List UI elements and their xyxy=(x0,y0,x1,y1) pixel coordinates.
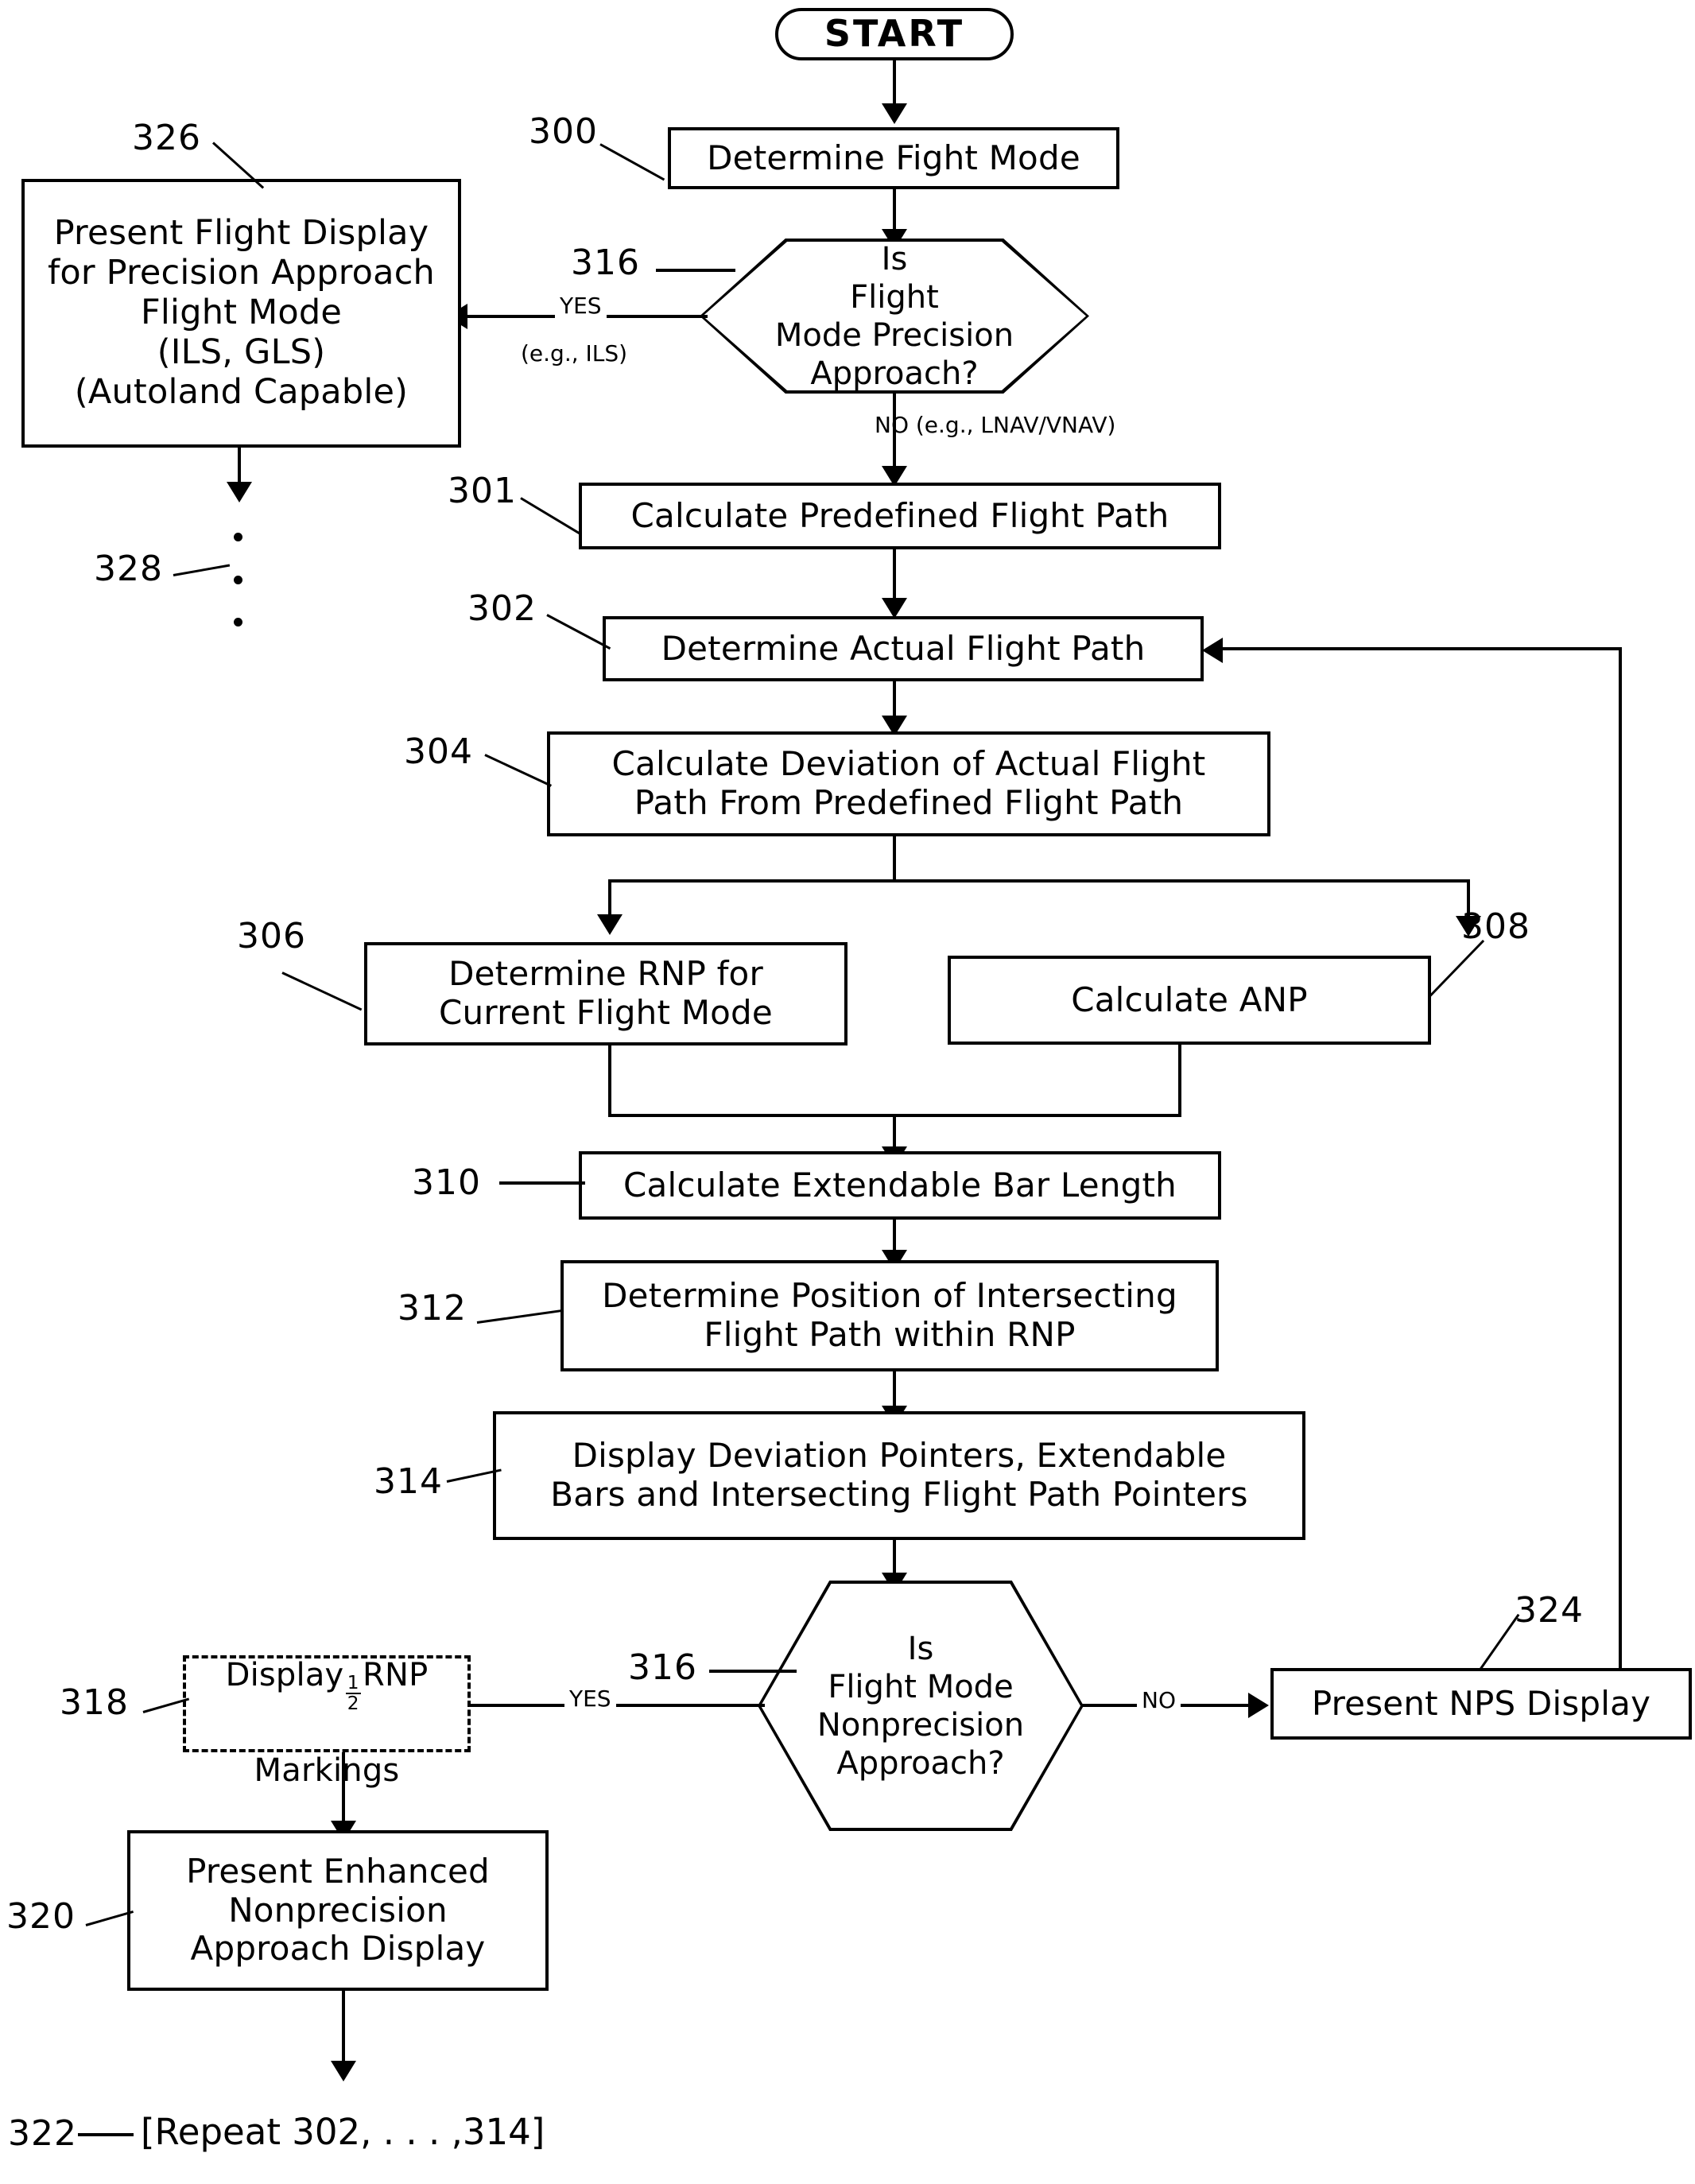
ref-324: 324 xyxy=(1515,1590,1584,1631)
node-determine-rnp: Determine RNP for Current Flight Mode xyxy=(364,942,848,1045)
edge-label-no-top: NO (e.g., LNAV/VNAV) xyxy=(875,412,1116,438)
ref-318: 318 xyxy=(60,1682,129,1723)
connector-306-down xyxy=(608,1045,611,1117)
edge-label-yes-bottom: YES xyxy=(564,1686,616,1712)
connector-start-to-300 xyxy=(893,60,896,108)
arrowhead-320-to-322 xyxy=(331,2061,356,2081)
ref-316-bottom: 316 xyxy=(628,1647,697,1688)
node-determine-flight-mode: Determine Fight Mode xyxy=(668,127,1119,189)
ref-316-top: 316 xyxy=(571,242,640,283)
ref-300: 300 xyxy=(529,111,598,152)
node-318-label-line2: Markings xyxy=(254,1751,400,1789)
node-312-label: Determine Position of Intersecting Fligh… xyxy=(602,1276,1177,1354)
connector-feedback-horizontal xyxy=(1220,647,1622,650)
node-calculate-bar-length: Calculate Extendable Bar Length xyxy=(579,1151,1221,1220)
leader-300 xyxy=(599,143,665,181)
node-324-label: Present NPS Display xyxy=(1311,1683,1651,1723)
node-306-label: Determine RNP for Current Flight Mode xyxy=(439,954,773,1032)
edge-label-yes-top: YES xyxy=(555,293,607,319)
dot-1 xyxy=(233,533,242,541)
edge-label-yes-top-note: (e.g., ILS) xyxy=(521,340,628,367)
continuation-dots-328 xyxy=(233,533,242,626)
node-present-enhanced-display: Present Enhanced Nonprecision Approach D… xyxy=(127,1830,549,1991)
node-304-label: Calculate Deviation of Actual Flight Pat… xyxy=(611,744,1206,822)
node-decision-nonprecision-approach: Is Flight Mode Nonprecision Approach? xyxy=(758,1581,1084,1831)
node-308-label: Calculate ANP xyxy=(1071,980,1308,1019)
arrowhead-start-to-300 xyxy=(882,103,907,124)
node-318-label-post: RNP xyxy=(362,1657,429,1694)
arrowhead-326-to-328 xyxy=(227,482,252,502)
ref-301: 301 xyxy=(448,471,517,511)
ref-328: 328 xyxy=(94,549,163,589)
node-calculate-predefined-flight-path: Calculate Predefined Flight Path xyxy=(579,483,1221,549)
node-determine-position: Determine Position of Intersecting Fligh… xyxy=(560,1260,1219,1371)
ref-326: 326 xyxy=(132,118,201,158)
node-310-label: Calculate Extendable Bar Length xyxy=(623,1165,1177,1204)
node-301-label: Calculate Predefined Flight Path xyxy=(630,495,1169,535)
ref-322: 322 xyxy=(8,2113,77,2154)
leader-322 xyxy=(78,2133,134,2136)
leader-312 xyxy=(476,1309,564,1324)
node-calculate-anp: Calculate ANP xyxy=(948,956,1431,1045)
leader-304 xyxy=(484,754,553,787)
node-present-nps-display: Present NPS Display xyxy=(1270,1668,1692,1740)
node-calculate-deviation: Calculate Deviation of Actual Flight Pat… xyxy=(547,731,1270,836)
patent-flowchart-figure: START Determine Fight Mode 300 Is Flight… xyxy=(0,0,1695,2184)
node-314-label: Display Deviation Pointers, Extendable B… xyxy=(550,1436,1248,1514)
connector-304-split-stem xyxy=(893,836,896,883)
node-326-label: Present Flight Display for Precision App… xyxy=(47,213,436,412)
leader-302 xyxy=(546,614,611,650)
connector-308-down xyxy=(1178,1045,1181,1117)
start-terminal: START xyxy=(775,8,1014,60)
ref-304: 304 xyxy=(404,731,473,772)
connector-318-to-320 xyxy=(342,1752,345,1830)
leader-320 xyxy=(85,1910,134,1926)
dot-3 xyxy=(233,618,242,626)
ref-308: 308 xyxy=(1461,906,1530,947)
node-300-label: Determine Fight Mode xyxy=(707,138,1080,177)
leader-308 xyxy=(1428,939,1485,998)
leader-324 xyxy=(1479,1613,1520,1670)
leader-328 xyxy=(173,564,231,576)
connector-304-split-bus xyxy=(608,879,1470,883)
ref-306: 306 xyxy=(237,916,306,956)
node-repeat-note: [Repeat 302, . . . ,314] xyxy=(141,2111,545,2153)
node-precision-approach-display: Present Flight Display for Precision App… xyxy=(21,179,461,448)
node-display-pointers: Display Deviation Pointers, Extendable B… xyxy=(493,1411,1305,1540)
ref-312: 312 xyxy=(398,1288,467,1329)
ref-302: 302 xyxy=(467,588,537,629)
node-316-bottom-label: Is Flight Mode Nonprecision Approach? xyxy=(816,1630,1025,1782)
node-decision-precision-approach: Is Flight Mode Precision Approach? xyxy=(700,239,1089,394)
leader-310 xyxy=(499,1181,585,1185)
node-determine-actual-flight-path: Determine Actual Flight Path xyxy=(603,616,1204,681)
node-320-label: Present Enhanced Nonprecision Approach D… xyxy=(186,1851,490,1969)
half-fraction: 12 xyxy=(345,1672,361,1715)
arrowhead-split-to-306 xyxy=(597,914,623,935)
ref-320: 320 xyxy=(6,1896,76,1937)
node-318-label-pre: Display xyxy=(225,1657,344,1694)
arrowhead-feedback-to-302 xyxy=(1202,638,1223,663)
ref-310: 310 xyxy=(412,1162,481,1203)
node-316-top-label: Is Flight Mode Precision Approach? xyxy=(774,240,1014,392)
node-display-half-rnp-markings: Display 1 2 RNP Markings xyxy=(183,1655,471,1789)
dot-2 xyxy=(233,575,242,584)
ref-314: 314 xyxy=(374,1461,443,1502)
connector-feedback-vertical xyxy=(1619,647,1622,1670)
leader-316-top xyxy=(656,269,735,272)
start-terminal-label: START xyxy=(824,12,965,56)
leader-306 xyxy=(281,972,363,1011)
arrowhead-316b-no xyxy=(1248,1693,1269,1718)
leader-301 xyxy=(520,497,582,536)
node-302-label: Determine Actual Flight Path xyxy=(661,628,1146,668)
edge-label-no-bottom: NO xyxy=(1137,1687,1181,1713)
